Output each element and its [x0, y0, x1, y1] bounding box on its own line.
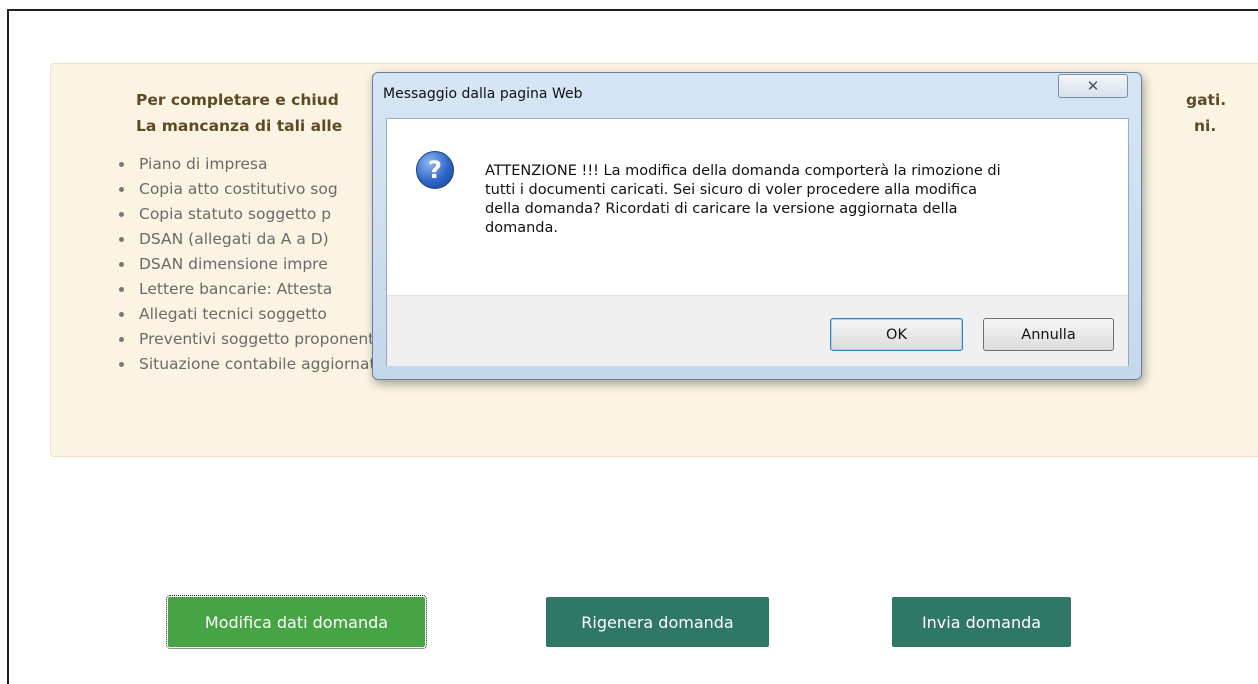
bullet-icon: [119, 287, 124, 292]
list-item: Preventivi soggetto proponente: [119, 327, 385, 352]
list-item: Copia statuto soggetto p: [119, 202, 385, 227]
dialog-title: Messaggio dalla pagina Web: [383, 86, 583, 102]
list-item: DSAN dimensione impre: [119, 252, 385, 277]
list-item: Situazione contabile aggiornata: [119, 352, 385, 377]
invia-domanda-button[interactable]: Invia domanda: [892, 597, 1071, 647]
list-item: Piano di impresa: [119, 152, 385, 177]
dialog-message: ATTENZIONE !!! La modifica della domanda…: [485, 162, 1095, 238]
confirm-dialog: Messaggio dalla pagina Web ✕ ? ATTENZION…: [372, 72, 1142, 380]
ok-button[interactable]: OK: [830, 318, 963, 351]
list-item: DSAN (allegati da A a D): [119, 227, 385, 252]
question-icon: ?: [416, 151, 454, 189]
intro-line-1-tail: gati.: [1186, 91, 1227, 109]
rigenera-domanda-button[interactable]: Rigenera domanda: [546, 597, 769, 647]
bullet-icon: [119, 312, 124, 317]
bullet-icon: [119, 337, 124, 342]
bullet-icon: [119, 162, 124, 167]
bullet-icon: [119, 212, 124, 217]
dialog-footer: OK Annulla: [387, 295, 1128, 366]
close-icon: ✕: [1086, 77, 1100, 95]
close-button[interactable]: ✕: [1058, 74, 1128, 98]
required-documents-list: Piano di impresa Copia atto costitutivo …: [119, 152, 385, 377]
dialog-message-line: tutti i documenti caricati. Sei sicuro d…: [485, 182, 977, 198]
bullet-icon: [119, 237, 124, 242]
dialog-message-line: della domanda? Ricordati di caricare la …: [485, 201, 958, 217]
dialog-body: ? ATTENZIONE !!! La modifica della doman…: [386, 118, 1129, 366]
modifica-dati-domanda-button[interactable]: Modifica dati domanda: [166, 595, 427, 649]
cancel-button[interactable]: Annulla: [983, 318, 1114, 351]
dialog-message-line: ATTENZIONE !!! La modifica della domanda…: [485, 163, 1001, 179]
intro-line-1: Per completare e chiud: [136, 91, 339, 109]
intro-line-2: La mancanza di tali alle: [136, 117, 343, 135]
bullet-icon: [119, 362, 124, 367]
list-item: Copia atto costitutivo sog: [119, 177, 385, 202]
intro-line-2-tail: ni.: [1194, 117, 1217, 135]
dialog-content: ? ATTENZIONE !!! La modifica della doman…: [387, 119, 1128, 295]
bullet-icon: [119, 187, 124, 192]
dialog-message-line: domanda.: [485, 220, 558, 236]
list-item: Allegati tecnici soggetto: [119, 302, 385, 327]
bullet-icon: [119, 262, 124, 267]
list-item: Lettere bancarie: Attesta: [119, 277, 385, 302]
